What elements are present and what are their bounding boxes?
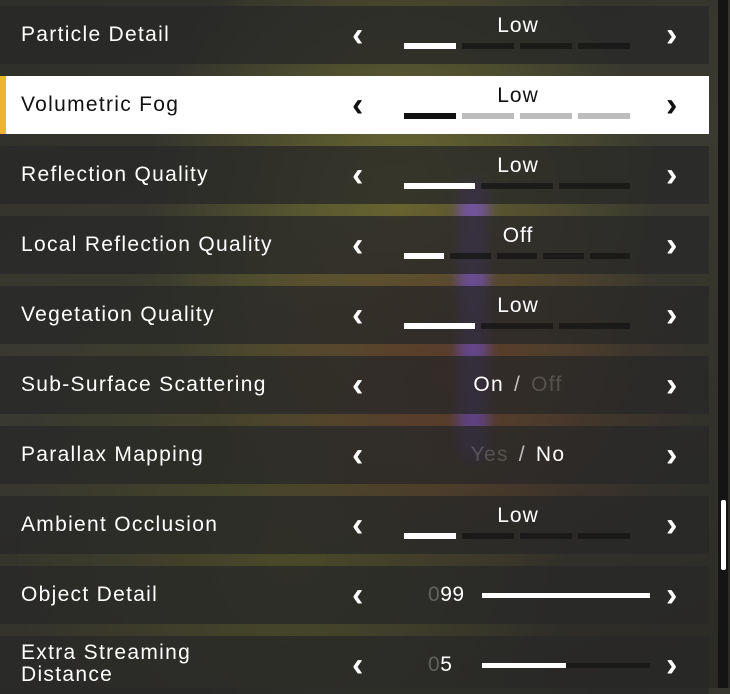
setting-label: Reflection Quality: [21, 163, 209, 186]
level-segment: [462, 43, 514, 49]
level-indicator: [404, 533, 630, 539]
level-segment: [578, 533, 630, 539]
level-indicator: [404, 253, 631, 259]
chevron-right-icon[interactable]: ›: [666, 298, 677, 332]
setting-value: Low: [497, 504, 539, 527]
slider-value: 099: [428, 583, 465, 606]
selection-accent: [0, 76, 6, 134]
toggle-option-b: No: [535, 443, 566, 466]
level-segment: [520, 533, 572, 539]
setting-label: Parallax Mapping: [21, 443, 205, 466]
scrollbar[interactable]: [718, 0, 728, 688]
slider-fill: [482, 663, 566, 668]
level-indicator: [404, 183, 630, 189]
slider-fill: [482, 593, 650, 598]
setting-value: Off: [502, 224, 534, 247]
chevron-right-icon[interactable]: ›: [666, 508, 677, 542]
chevron-left-icon[interactable]: ‹: [352, 18, 363, 52]
level-segment: [543, 253, 584, 259]
toggle-option-a: On: [473, 373, 504, 396]
setting-row-sub-surface-scattering[interactable]: Sub-Surface Scattering ‹ › On / Off: [0, 356, 709, 414]
level-segment: [450, 253, 491, 259]
setting-row-parallax-mapping[interactable]: Parallax Mapping ‹ › Yes / No: [0, 426, 709, 484]
setting-value: Low: [497, 84, 539, 107]
slider-track[interactable]: [482, 593, 650, 598]
level-segment: [520, 43, 572, 49]
setting-label: Extra Streaming Distance: [21, 641, 192, 686]
level-segment: [496, 253, 538, 259]
level-segment: [558, 323, 630, 329]
setting-row-vegetation-quality[interactable]: Vegetation Quality ‹ › Low: [0, 286, 709, 344]
chevron-right-icon[interactable]: ›: [666, 18, 677, 52]
setting-label: Ambient Occlusion: [21, 513, 219, 536]
setting-label: Object Detail: [21, 583, 159, 606]
setting-row-object-detail[interactable]: Object Detail ‹ › 099: [0, 566, 709, 624]
toggle-option-a: Yes: [470, 443, 509, 466]
toggle-value: Yes / No: [405, 443, 631, 467]
setting-row-reflection-quality[interactable]: Reflection Quality ‹ › Low: [0, 146, 709, 204]
toggle-value: On / Off: [405, 373, 631, 397]
chevron-left-icon[interactable]: ‹: [352, 228, 363, 262]
level-segment: [558, 183, 630, 189]
level-segment: [589, 253, 631, 259]
toggle-option-b: Off: [531, 373, 563, 396]
level-segment: [404, 323, 476, 329]
setting-row-extra-streaming-distance[interactable]: Extra Streaming Distance ‹ › 05: [0, 636, 709, 694]
setting-label: Vegetation Quality: [21, 303, 215, 326]
setting-value: Low: [497, 14, 539, 37]
setting-value: Low: [497, 154, 539, 177]
level-segment: [481, 323, 553, 329]
setting-value: Low: [497, 294, 539, 317]
level-segment: [578, 43, 630, 49]
level-segment: [404, 113, 456, 119]
level-indicator: [404, 113, 630, 119]
level-segment: [404, 43, 456, 49]
level-segment: [404, 253, 445, 259]
chevron-right-icon[interactable]: ›: [666, 438, 677, 472]
chevron-right-icon[interactable]: ›: [666, 158, 677, 192]
setting-label: Particle Detail: [21, 23, 171, 46]
chevron-left-icon[interactable]: ‹: [352, 298, 363, 332]
level-segment: [404, 183, 476, 189]
setting-label: Sub-Surface Scattering: [21, 373, 267, 396]
setting-row-ambient-occlusion[interactable]: Ambient Occlusion ‹ › Low: [0, 496, 709, 554]
level-indicator: [404, 323, 630, 329]
scrollbar-thumb[interactable]: [721, 500, 726, 570]
chevron-left-icon[interactable]: ‹: [352, 158, 363, 192]
setting-row-particle-detail[interactable]: Particle Detail ‹ › Low: [0, 6, 709, 64]
toggle-separator: /: [518, 443, 526, 466]
chevron-left-icon[interactable]: ‹: [352, 578, 363, 612]
chevron-right-icon[interactable]: ›: [666, 578, 677, 612]
chevron-left-icon[interactable]: ‹: [352, 438, 363, 472]
chevron-left-icon[interactable]: ‹: [352, 368, 363, 402]
chevron-right-icon[interactable]: ›: [666, 88, 677, 122]
setting-row-volumetric-fog[interactable]: Volumetric Fog ‹ › Low: [0, 76, 709, 134]
chevron-right-icon[interactable]: ›: [666, 228, 677, 262]
slider-value: 05: [428, 653, 453, 676]
slider-track[interactable]: [482, 663, 650, 668]
toggle-separator: /: [513, 373, 522, 396]
level-segment: [462, 533, 514, 539]
chevron-right-icon[interactable]: ›: [666, 648, 677, 682]
level-segment: [578, 113, 630, 119]
level-segment: [462, 113, 514, 119]
chevron-left-icon[interactable]: ‹: [352, 648, 363, 682]
chevron-right-icon[interactable]: ›: [666, 368, 677, 402]
setting-label: Local Reflection Quality: [21, 233, 273, 256]
level-segment: [520, 113, 572, 119]
chevron-left-icon[interactable]: ‹: [352, 88, 363, 122]
level-segment: [404, 533, 456, 539]
chevron-left-icon[interactable]: ‹: [352, 508, 363, 542]
level-segment: [481, 183, 553, 189]
setting-row-local-reflection-quality[interactable]: Local Reflection Quality ‹ › Off: [0, 216, 709, 274]
setting-label: Volumetric Fog: [21, 93, 180, 116]
level-indicator: [404, 43, 630, 49]
